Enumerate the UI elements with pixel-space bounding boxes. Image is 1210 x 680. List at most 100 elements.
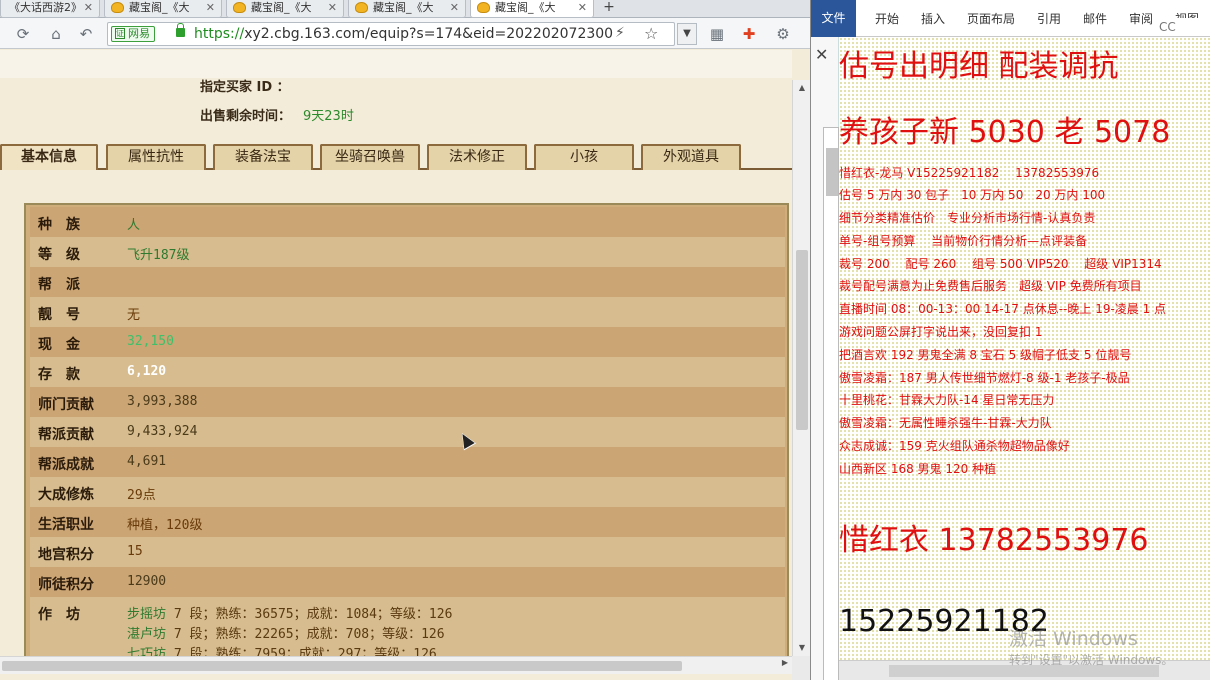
- row-value: 32,150: [127, 334, 174, 349]
- doc-line: 直播时间 08：00-13：00 14-17 点休息--晚上 19-凌晨 1 点: [839, 302, 1167, 316]
- undo-icon[interactable]: ↶: [75, 23, 97, 45]
- address-bar[interactable]: 证 网易 https://xy2.cbg.163.com/equip?s=174…: [107, 22, 675, 46]
- bolt-icon[interactable]: ⚡: [615, 25, 625, 41]
- remaining-time-label: 出售剩余时间：: [200, 109, 292, 124]
- browser-tab[interactable]: 藏宝阁_《大 ✕: [104, 0, 222, 18]
- scrollbar-corner: [792, 656, 810, 680]
- page-content: 指定买家 ID ： 出售剩余时间： 9天23时 基本信息 属性抗性 装备法宝 坐骑…: [0, 50, 792, 656]
- tab-basic-info[interactable]: 基本信息: [0, 144, 98, 170]
- browser-tab[interactable]: 藏宝阁_《大 ✕: [226, 0, 344, 18]
- row-value: 12900: [127, 574, 167, 589]
- tab-child[interactable]: 小孩: [534, 144, 634, 170]
- document-page[interactable]: 估号出明细 配装调抗 养孩子新 5030 老 5078 惜红衣-龙马 V1522…: [839, 37, 1210, 660]
- table-row: 师徒积分 12900: [30, 567, 785, 597]
- row-label: 作 坊: [38, 607, 80, 623]
- basic-info-table: 种 族 人 等 级 飞升187级 帮 派 靓 号 无 现 金 32,150 存 款 6,1…: [24, 203, 789, 656]
- tab-spells[interactable]: 法术修正: [427, 144, 527, 170]
- row-value: 3,993,388: [127, 394, 198, 409]
- tab-insert[interactable]: 插入: [921, 10, 945, 27]
- workshop-detail: 7 段；熟练：22265；成就：708；等级：126: [173, 627, 445, 642]
- row-value: 无: [127, 308, 141, 323]
- scrollbar-thumb[interactable]: [2, 661, 682, 671]
- tab-title: 《大话西游2》: [9, 1, 82, 14]
- word-window: 文件 开始 插入 页面布局 引用 邮件 审阅 视图 CC ✕ 估号出明细 配装调…: [810, 0, 1210, 680]
- close-icon[interactable]: ✕: [84, 0, 93, 16]
- favicon-icon: [111, 2, 124, 13]
- tab-mounts[interactable]: 坐骑召唤兽: [320, 144, 420, 170]
- tab-home[interactable]: 开始: [875, 10, 899, 27]
- scrollbar-thumb[interactable]: [796, 250, 808, 430]
- tab-review[interactable]: 审阅: [1129, 10, 1153, 27]
- close-icon[interactable]: ✕: [450, 0, 459, 16]
- close-icon[interactable]: ✕: [206, 0, 215, 16]
- scroll-down-icon[interactable]: ▼: [793, 640, 810, 656]
- table-row: 师门贡献 3,993,388: [30, 387, 785, 417]
- new-tab-button[interactable]: +: [598, 0, 620, 18]
- doc-line: 十里桃花：甘霖大力队-14 星日常无压力: [839, 393, 1055, 407]
- lock-icon: [176, 23, 185, 37]
- table-row: 帮派贡献 9,433,924: [30, 417, 785, 447]
- browser-tab[interactable]: 藏宝阁_《大 ✕: [348, 0, 466, 18]
- tab-file[interactable]: 文件: [811, 0, 856, 37]
- certificate-badge[interactable]: 证 网易: [111, 26, 155, 42]
- tab-attributes[interactable]: 属性抗性: [106, 144, 206, 170]
- url-path: xy2.cbg.163.com/equip?s=174&eid=20220207…: [244, 26, 614, 42]
- pane-scroll-track[interactable]: [823, 127, 839, 680]
- horizontal-scrollbar[interactable]: ▶: [0, 656, 792, 674]
- refresh-icon[interactable]: ⟳: [12, 23, 34, 45]
- browser-window: 《大话西游2》 ✕ 藏宝阁_《大 ✕ 藏宝阁_《大 ✕ 藏宝阁_《大 ✕ 藏宝阁…: [0, 0, 810, 680]
- scrollbar-thumb[interactable]: [826, 148, 838, 196]
- tab-equipment[interactable]: 装备法宝: [213, 144, 313, 170]
- row-label: 师徒积分: [38, 577, 94, 593]
- browser-tab[interactable]: 《大话西游2》 ✕: [0, 0, 100, 18]
- table-row: 大成修炼 29点: [30, 477, 785, 507]
- doc-line: 游戏问题公屏打字说出来，没回复扣 1: [839, 325, 1043, 339]
- url-text[interactable]: https://xy2.cbg.163.com/equip?s=174&eid=…: [194, 26, 614, 42]
- workshop-line: 七巧坊 7 段；熟练：7959；成就：297；等级：126: [127, 643, 437, 656]
- doc-line: 傲雪凌霜：187 男人传世细节燃灯-8 级-1 老孩子-极品: [839, 371, 1130, 385]
- tab-title: 藏宝阁_《大: [129, 1, 190, 14]
- table-row: 生活职业 种植，120级: [30, 507, 785, 537]
- favicon-icon: [233, 2, 246, 13]
- row-value: 4,691: [127, 454, 167, 469]
- grid-icon[interactable]: ▦: [706, 23, 728, 45]
- gamepad-icon[interactable]: ✚: [738, 23, 760, 45]
- row-value: 9,433,924: [127, 424, 198, 439]
- table-row: 帮 派: [30, 267, 785, 297]
- tab-appearance[interactable]: 外观道具: [641, 144, 741, 170]
- row-value: 15: [127, 544, 143, 559]
- doc-line: 细节分类精准估价 专业分析市场行情-认真负责: [839, 211, 1096, 225]
- doc-line: 众志成诚：159 克火组队通杀物超物品像好: [839, 439, 1070, 453]
- ribbon-tabs: 文件 开始 插入 页面布局 引用 邮件 审阅 视图 CC: [811, 0, 1210, 37]
- wrench-icon[interactable]: ⚙: [772, 23, 794, 45]
- table-row: 靓 号无: [30, 297, 785, 327]
- row-label: 帮 派: [38, 277, 80, 293]
- chevron-down-icon[interactable]: ▼: [677, 23, 697, 45]
- tab-references[interactable]: 引用: [1037, 10, 1061, 27]
- seller-id-label: 指定买家 ID ：: [200, 80, 290, 95]
- row-label: 帮派贡献: [38, 427, 94, 443]
- browser-toolbar: ⟳ ⌂ ↶ 证 网易 https://xy2.cbg.163.com/equip…: [0, 18, 810, 49]
- screen: 《大话西游2》 ✕ 藏宝阁_《大 ✕ 藏宝阁_《大 ✕ 藏宝阁_《大 ✕ 藏宝阁…: [0, 0, 1210, 680]
- row-value: 29点: [127, 488, 156, 503]
- scroll-up-icon[interactable]: ▲: [793, 80, 810, 96]
- home-icon[interactable]: ⌂: [45, 23, 67, 45]
- row-label: 种 族: [38, 217, 80, 233]
- scroll-right-icon[interactable]: ▶: [782, 658, 788, 667]
- table-row: 帮派成就 4,691: [30, 447, 785, 477]
- close-icon[interactable]: ✕: [578, 0, 587, 16]
- doc-line: 山西新区 168 男鬼 120 种植: [839, 462, 997, 476]
- star-icon[interactable]: ☆: [644, 24, 658, 43]
- remaining-time: 出售剩余时间： 9天23时: [200, 105, 354, 124]
- workshop-name: 步摇坊: [127, 607, 167, 622]
- certificate-label: 网易: [128, 27, 150, 40]
- close-icon[interactable]: ✕: [328, 0, 337, 16]
- browser-tab-active[interactable]: 藏宝阁_《大 ✕: [470, 0, 594, 18]
- tab-page-layout[interactable]: 页面布局: [967, 10, 1015, 27]
- vertical-scrollbar[interactable]: ▲ ▼: [792, 80, 810, 656]
- pane-scrollbar[interactable]: [824, 128, 840, 680]
- close-icon[interactable]: ✕: [815, 45, 828, 64]
- row-label: 现 金: [38, 337, 80, 353]
- doc-line: 把酒言欢 192 男鬼全满 8 宝石 5 级帽子低支 5 位靓号: [839, 348, 1132, 362]
- tab-mailings[interactable]: 邮件: [1083, 10, 1107, 27]
